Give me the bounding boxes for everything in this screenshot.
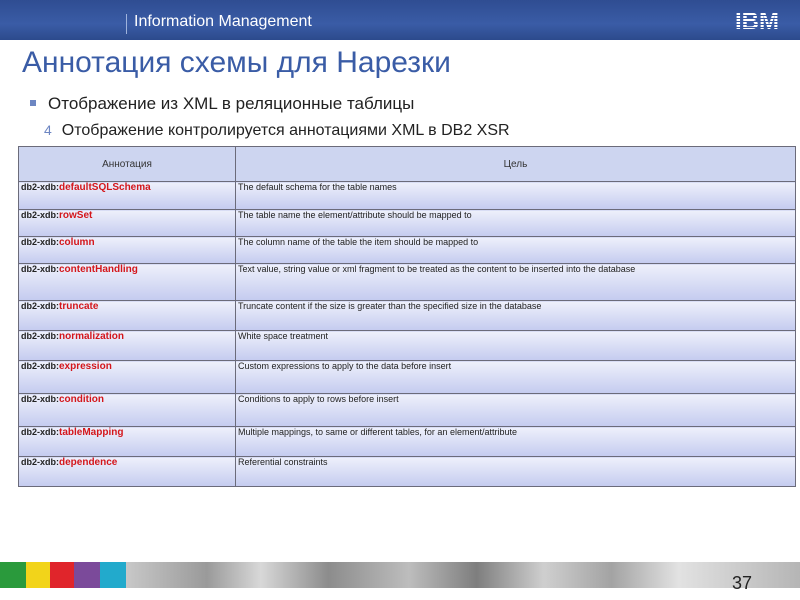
annotation-name: contentHandling (59, 264, 138, 275)
annotation-name: condition (59, 394, 104, 405)
footer-swatch-5 (100, 562, 126, 588)
annotation-name-cell: db2-xdb:rowSet (18, 209, 236, 237)
footer-pattern (126, 562, 800, 588)
annotation-name-cell: db2-xdb:tableMapping (18, 426, 236, 457)
footer-swatch-3 (50, 562, 74, 588)
annotation-purpose-cell: White space treatment (235, 330, 796, 361)
annotation-name-cell: db2-xdb:column (18, 236, 236, 264)
annotation-prefix: db2-xdb: (21, 210, 59, 220)
bullet-level-1: Отображение из XML в реляционные таблицы (30, 94, 414, 114)
annotation-name-cell: db2-xdb:defaultSQLSchema (18, 181, 236, 210)
annotation-prefix: db2-xdb: (21, 264, 59, 274)
annotation-name: rowSet (59, 210, 93, 221)
bullet-level-2: 4 Отображение контролируется аннотациями … (44, 122, 510, 140)
annotation-prefix: db2-xdb: (21, 394, 59, 404)
ibm-logo-icon: IBM (735, 8, 779, 33)
annotation-name: defaultSQLSchema (59, 182, 151, 193)
annotation-purpose-cell: Custom expressions to apply to the data … (235, 360, 796, 394)
page-number: 37 (731, 573, 752, 593)
column-header-purpose: Цель (235, 146, 796, 182)
annotation-prefix: db2-xdb: (21, 457, 59, 467)
footer-swatch-2 (26, 562, 50, 588)
annotation-name: truncate (59, 301, 99, 312)
annotation-purpose-cell: Conditions to apply to rows before inser… (235, 393, 796, 427)
annotation-name-cell: db2-xdb:expression (18, 360, 236, 394)
table-body: db2-xdb:defaultSQLSchema The default sche… (18, 181, 796, 487)
annotation-prefix: db2-xdb: (21, 182, 59, 192)
annotation-name-cell: db2-xdb:contentHandling (18, 263, 236, 301)
table-row: db2-xdb:defaultSQLSchema The default sche… (18, 181, 796, 210)
annotation-name-cell: db2-xdb:truncate (18, 300, 236, 331)
annotation-name-cell: db2-xdb:normalization (18, 330, 236, 361)
brand-label: Information Management (134, 13, 312, 30)
bullet-1-text: Отображение из XML в реляционные таблицы (48, 94, 415, 113)
ibm-logo-text: IBM (735, 8, 779, 33)
table-row: db2-xdb:column The column name of the tab… (18, 236, 796, 264)
bullet-2-text: Отображение контролируется аннотациями X… (61, 122, 510, 139)
footer-strip (0, 562, 800, 588)
annotation-prefix: db2-xdb: (21, 237, 59, 247)
annotation-name: normalization (59, 331, 125, 342)
annotation-name: expression (59, 361, 112, 372)
annotation-purpose-cell: Text value, string value or xml fragment… (235, 263, 796, 301)
footer-swatch-1 (0, 562, 26, 588)
slide-title: Аннотация схемы для Нарезки (22, 46, 451, 79)
bullet-2-marker: 4 (44, 122, 52, 138)
annotation-purpose-cell: Multiple mappings, to same or different … (235, 426, 796, 457)
annotation-prefix: db2-xdb: (21, 427, 59, 437)
annotation-prefix: db2-xdb: (21, 331, 59, 341)
header-bar: Information Management IBM (0, 0, 800, 40)
table-row: db2-xdb:expression Custom expressions to … (18, 360, 796, 394)
table-row: db2-xdb:normalization White space treatme… (18, 330, 796, 361)
table-header-row: Аннотация Цель (18, 146, 796, 182)
annotation-prefix: db2-xdb: (21, 301, 59, 311)
annotation-table: Аннотация Цель db2-xdb:defaultSQLSchema T… (18, 146, 796, 487)
annotation-purpose-cell: The table name the element/attribute sho… (235, 209, 796, 237)
table-row: db2-xdb:dependence Referential constraint… (18, 456, 796, 487)
table-row: db2-xdb:rowSet The table name the element… (18, 209, 796, 237)
table-row: db2-xdb:condition Conditions to apply to … (18, 393, 796, 427)
annotation-name-cell: db2-xdb:dependence (18, 456, 236, 487)
footer-swatch-4 (74, 562, 100, 588)
table-row: db2-xdb:truncate Truncate content if the … (18, 300, 796, 331)
annotation-purpose-cell: Referential constraints (235, 456, 796, 487)
annotation-name: column (59, 237, 95, 248)
annotation-prefix: db2-xdb: (21, 361, 59, 371)
square-bullet-icon (30, 100, 36, 106)
annotation-name: dependence (59, 457, 118, 468)
table-row: db2-xdb:contentHandling Text value, strin… (18, 263, 796, 301)
column-header-annotation: Аннотация (18, 146, 236, 182)
annotation-name: tableMapping (59, 427, 124, 438)
header-separator (126, 14, 127, 34)
annotation-purpose-cell: The column name of the table the item sh… (235, 236, 796, 264)
annotation-purpose-cell: The default schema for the table names (235, 181, 796, 210)
annotation-name-cell: db2-xdb:condition (18, 393, 236, 427)
table-row: db2-xdb:tableMapping Multiple mappings, t… (18, 426, 796, 457)
annotation-purpose-cell: Truncate content if the size is greater … (235, 300, 796, 331)
